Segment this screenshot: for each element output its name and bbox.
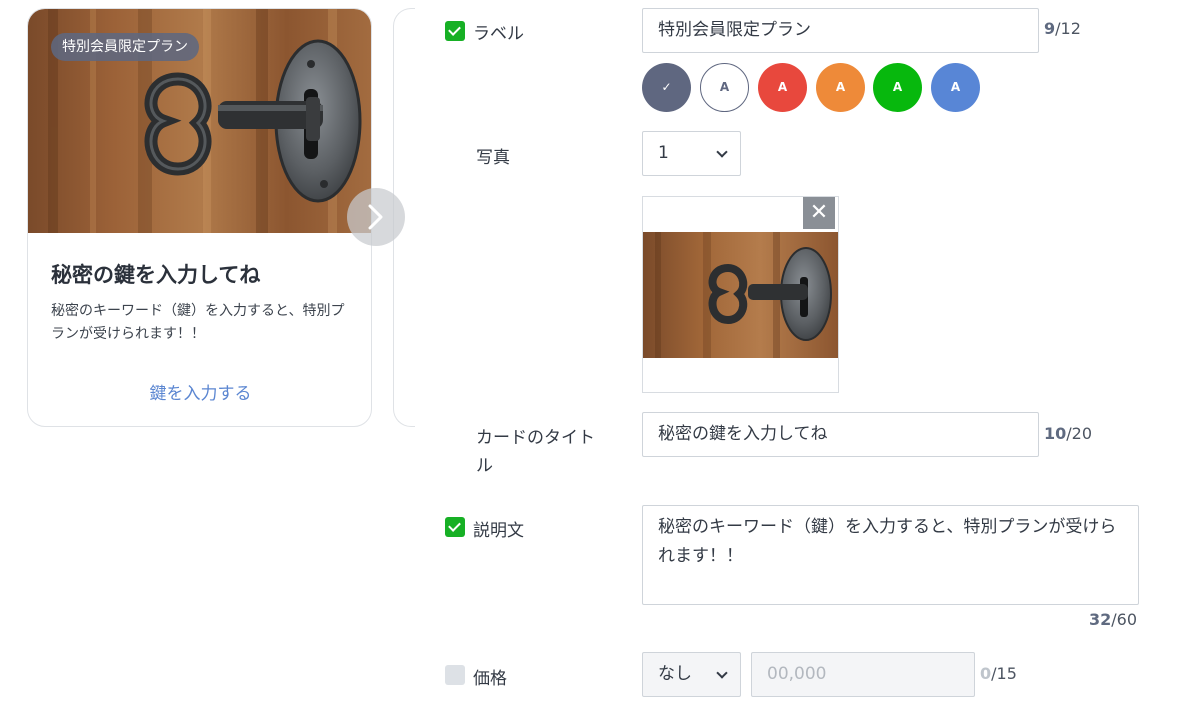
card-title-counter: 10/20: [1044, 424, 1093, 443]
price-input[interactable]: 00,000: [751, 652, 975, 697]
card-title-caption: カードのタイトル: [476, 428, 595, 476]
chevron-down-icon: [716, 146, 728, 158]
price-currency-select[interactable]: なし: [642, 652, 741, 697]
photo-thumbnail: [643, 232, 838, 358]
photo-upload-box[interactable]: ✕: [642, 196, 839, 393]
preview-card: 特別会員限定プラン 秘密の鍵を入力してね 秘密のキーワード（鍵）を入力すると、特…: [27, 8, 372, 427]
preview-mask: [415, 0, 445, 440]
color-swatch-white[interactable]: A: [700, 63, 749, 112]
card-badge: 特別会員限定プラン: [51, 33, 199, 61]
card-action-link[interactable]: 鍵を入力する: [28, 379, 371, 404]
label-checkbox[interactable]: [445, 21, 465, 41]
carousel-next-button[interactable]: [347, 188, 405, 246]
description-caption: 説明文: [473, 521, 524, 541]
label-counter: 9/12: [1044, 19, 1081, 38]
chevron-right-icon: [368, 204, 383, 230]
photo-count-value: 1: [658, 143, 669, 163]
label-caption: ラベル: [473, 24, 524, 44]
color-swatch-slate[interactable]: ✓: [642, 63, 691, 112]
description-counter: 32/60: [1089, 610, 1138, 629]
photo-remove-button[interactable]: ✕: [803, 197, 835, 229]
description-checkbox[interactable]: [445, 517, 465, 537]
chevron-down-icon: [716, 667, 728, 679]
price-currency-value: なし: [658, 664, 692, 684]
card-title: 秘密の鍵を入力してね: [51, 263, 261, 287]
photo-count-select[interactable]: 1: [642, 131, 741, 176]
card-description: 秘密のキーワード（鍵）を入力すると、特別プランが受けられます！！: [51, 303, 345, 342]
color-swatch-blue[interactable]: A: [931, 63, 980, 112]
color-swatch-red[interactable]: A: [758, 63, 807, 112]
price-counter: 0/15: [980, 664, 1017, 683]
photo-caption: 写真: [476, 148, 510, 168]
card-title-input[interactable]: 秘密の鍵を入力してね: [642, 412, 1039, 457]
price-checkbox[interactable]: [445, 665, 465, 685]
price-caption: 価格: [473, 669, 507, 689]
label-input[interactable]: 特別会員限定プラン: [642, 8, 1039, 53]
color-swatch-green[interactable]: A: [873, 63, 922, 112]
color-swatch-orange[interactable]: A: [816, 63, 865, 112]
description-textarea[interactable]: 秘密のキーワード（鍵）を入力すると、特別プランが受けられます！！: [642, 505, 1139, 605]
